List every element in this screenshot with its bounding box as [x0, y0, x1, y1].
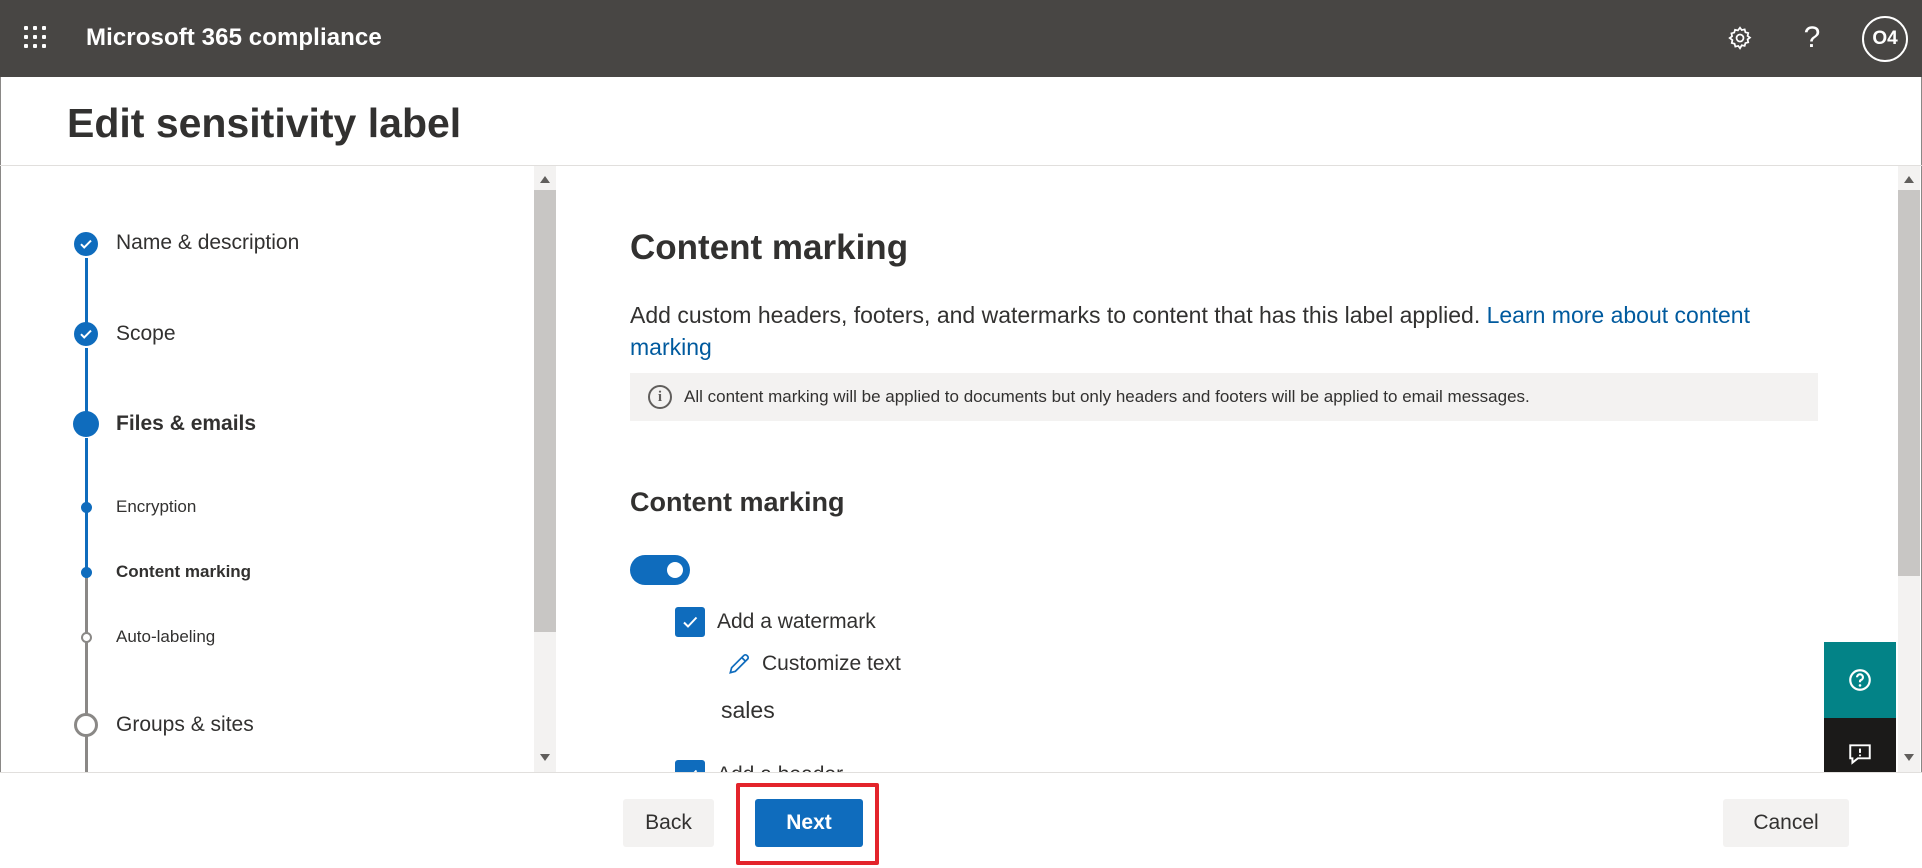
step-connector [85, 348, 88, 413]
section-title: Content marking [630, 228, 909, 267]
scroll-down-icon[interactable] [1904, 754, 1914, 761]
check-circle-icon [74, 232, 98, 256]
steps-scrollbar[interactable] [534, 166, 556, 772]
info-text: All content marking will be applied to d… [684, 387, 1530, 406]
scroll-thumb[interactable] [1898, 190, 1920, 576]
header-checkbox[interactable] [675, 760, 705, 772]
cancel-button[interactable]: Cancel [1723, 799, 1849, 847]
content-scrollbar[interactable] [1898, 166, 1920, 772]
step-auto-labeling[interactable]: Auto-labeling [116, 627, 215, 647]
step-files-emails[interactable]: Files & emails [116, 412, 256, 436]
pencil-icon [729, 653, 750, 674]
substep-ring-icon [81, 632, 92, 643]
step-scope[interactable]: Scope [116, 322, 176, 346]
gear-icon[interactable] [1722, 20, 1758, 56]
header-label[interactable]: Add a header [717, 763, 843, 772]
back-button[interactable]: Back [623, 799, 714, 847]
step-encryption[interactable]: Encryption [116, 497, 196, 517]
description-text: Add custom headers, footers, and waterma… [630, 302, 1481, 328]
watermark-label[interactable]: Add a watermark [717, 610, 876, 634]
step-name-description[interactable]: Name & description [116, 231, 299, 255]
description: Add custom headers, footers, and waterma… [630, 299, 1830, 363]
app-title[interactable]: Microsoft 365 compliance [86, 24, 382, 52]
info-icon: i [648, 385, 672, 409]
page-title: Edit sensitivity label [67, 100, 462, 146]
scroll-down-icon[interactable] [540, 754, 550, 761]
avatar[interactable]: O4 [1862, 16, 1908, 62]
top-bar: Microsoft 365 compliance ? O4 [0, 0, 1922, 77]
wizard-steps: Name & description Scope Files & emails … [0, 166, 530, 772]
toggle-knob [667, 562, 683, 578]
content-marking-subtitle: Content marking [630, 487, 845, 517]
watermark-checkbox[interactable] [675, 607, 705, 637]
next-button[interactable]: Next [755, 799, 863, 847]
substep-dot-icon [81, 502, 92, 513]
floating-help-button[interactable] [1824, 642, 1896, 718]
step-groups-sites[interactable]: Groups & sites [116, 713, 254, 737]
step-connector [85, 578, 88, 772]
main-content: Content marking Add custom headers, foot… [558, 166, 1896, 772]
content-marking-toggle[interactable] [630, 555, 690, 585]
scroll-up-icon[interactable] [540, 176, 550, 183]
customize-text-label: Customize text [762, 652, 901, 675]
customize-text-button[interactable]: Customize text [726, 651, 901, 677]
help-icon[interactable]: ? [1794, 20, 1830, 56]
waffle-icon[interactable] [24, 26, 48, 50]
check-circle-icon [74, 322, 98, 346]
question-circle-icon [1849, 669, 1871, 691]
scroll-thumb[interactable] [534, 190, 556, 632]
step-connector [85, 258, 88, 323]
pending-step-icon [74, 713, 98, 737]
footer: Back Next Cancel [0, 772, 1922, 868]
step-content-marking[interactable]: Content marking [116, 562, 251, 582]
scroll-up-icon[interactable] [1904, 176, 1914, 183]
info-banner: i All content marking will be applied to… [630, 373, 1818, 421]
feedback-icon [1849, 744, 1871, 765]
substep-dot-icon [81, 567, 92, 578]
current-step-icon [73, 411, 99, 437]
watermark-value: sales [721, 697, 775, 723]
